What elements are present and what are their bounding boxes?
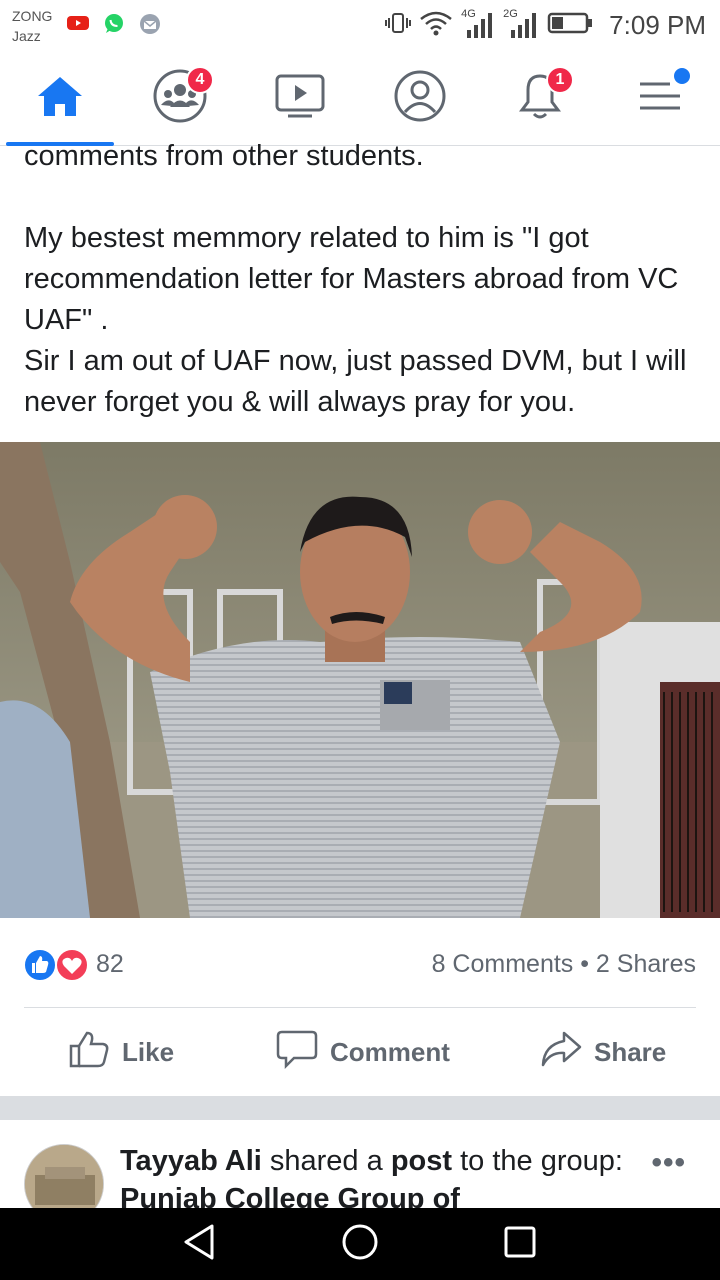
post-body: comments from other students. My bestest…: [24, 136, 704, 423]
carrier-labels: ZONG Jazz: [12, 6, 52, 46]
post-text-line: comments from other students.: [24, 140, 424, 172]
connector-text: to the: [460, 1145, 533, 1177]
share-button[interactable]: Share: [540, 1008, 666, 1096]
tab-groups[interactable]: 4: [120, 50, 240, 146]
whatsapp-icon: [102, 13, 126, 33]
group-name[interactable]: Punjab College Group of: [120, 1183, 460, 1208]
youtube-icon: [66, 13, 90, 33]
group-prefix: group:: [540, 1145, 623, 1177]
vibrate-icon: [385, 10, 412, 41]
comments-shares-count[interactable]: 8 Comments • 2 Shares: [432, 950, 696, 979]
signal-icon-2g: 2G: [503, 8, 539, 40]
avatar[interactable]: [24, 1144, 104, 1208]
tab-watch[interactable]: [240, 50, 360, 146]
tab-home[interactable]: [0, 50, 120, 146]
like-label: Like: [122, 1036, 175, 1067]
more-options-icon[interactable]: •••: [651, 1146, 686, 1180]
notifications-badge: 1: [546, 66, 574, 94]
post-link[interactable]: post: [391, 1145, 452, 1177]
like-button[interactable]: Like: [68, 1008, 174, 1096]
recents-icon: [503, 1225, 537, 1264]
next-post-header: Tayyab Ali shared a post to the group: P…: [0, 1120, 720, 1208]
system-nav-bar: [0, 1208, 720, 1280]
post-text-line: Sir I am out of UAF now, just passed DVM…: [24, 345, 695, 418]
tab-profile[interactable]: [360, 50, 480, 146]
share-label: Share: [594, 1036, 667, 1067]
reaction-icons[interactable]: [22, 948, 92, 982]
shared-verb: shared a: [269, 1145, 383, 1177]
status-right: 4G 2G 7:09 PM: [385, 8, 706, 42]
tab-menu[interactable]: [600, 50, 720, 146]
wifi-icon: [419, 10, 453, 41]
groups-badge: 4: [186, 66, 214, 94]
reaction-bar: 82 8 Comments • 2 Shares: [0, 918, 720, 1008]
home-circle-icon: [341, 1223, 379, 1266]
home-icon: [35, 74, 85, 123]
messenger-icon: [138, 13, 162, 34]
author-name[interactable]: Tayyab Ali: [120, 1145, 262, 1177]
comment-label: Comment: [330, 1036, 450, 1067]
comment-icon: [276, 1029, 318, 1076]
top-nav: 4 1: [0, 50, 720, 146]
tab-notifications[interactable]: 1: [480, 50, 600, 146]
status-time: 7:09 PM: [609, 9, 706, 40]
post-actions: Like Comment Share: [0, 1008, 720, 1096]
share-icon: [540, 1029, 582, 1076]
post-text-line: My bestest memmory related to him is "I …: [24, 222, 687, 336]
reaction-count[interactable]: 82: [96, 950, 124, 979]
status-bar: ZONG Jazz 4G 2G 7:09 PM: [0, 0, 720, 50]
thumbs-up-icon: [68, 1029, 110, 1076]
comment-button[interactable]: Comment: [276, 1008, 450, 1096]
watch-icon: [274, 72, 326, 125]
feed-separator: [0, 1096, 720, 1120]
post-photo[interactable]: [0, 442, 720, 918]
carrier-2: Jazz: [12, 28, 41, 44]
back-button[interactable]: [160, 1208, 240, 1280]
post-text-line: [24, 177, 704, 218]
profile-icon: [393, 69, 447, 128]
signal-icon-4g: 4G: [461, 8, 495, 40]
next-post-title: Tayyab Ali shared a post to the group: P…: [120, 1142, 640, 1208]
back-icon: [182, 1223, 218, 1266]
recents-button[interactable]: [480, 1208, 560, 1280]
carrier-1: ZONG: [12, 8, 53, 24]
home-button[interactable]: [320, 1208, 400, 1280]
menu-new-dot: [674, 68, 690, 84]
battery-icon: [547, 11, 593, 40]
